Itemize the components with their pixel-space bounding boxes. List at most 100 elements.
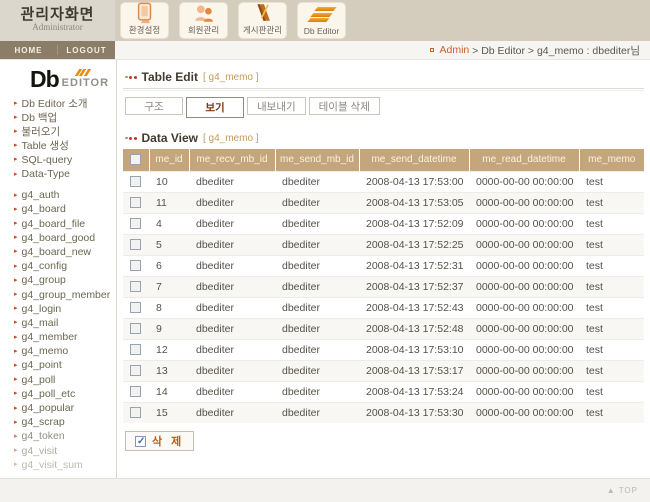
sidebar-menu-item[interactable]: ▸ Data-Type [14,167,116,181]
table-cell: dbediter [275,212,359,234]
sidebar-table-list: ▸ g4_auth ▸ g4_board ▸ g4_board_file ▸ g4_board… [0,188,116,472]
row-checkbox[interactable] [130,344,141,356]
row-checkbox[interactable] [130,386,141,398]
tab-label: 게시판관리 [242,25,283,35]
sidebar-table-item[interactable]: ▸ g4_poll [14,373,116,387]
sidebar-table-item[interactable]: ▸ g4_mail [14,316,116,330]
table-cell: 0000-00-00 00:00:00 [469,317,579,339]
table-edit-button[interactable]: 내보내기 [247,97,306,115]
sidebar-table-item[interactable]: ▸ g4_point [14,358,116,372]
sidebar-table-item[interactable]: ▸ g4_member [14,330,116,344]
sidebar-table-item[interactable]: ▸ g4_config [14,259,116,273]
sidebar-table-item-label: g4_group [21,274,66,287]
row-checkbox[interactable] [130,323,141,335]
row-checkbox[interactable] [130,281,141,293]
sidebar-table-item[interactable]: ▸ g4_visit_sum [14,458,116,472]
table-row: 15 dbediter dbediter 2008-04-13 17:53:30 000… [123,401,644,423]
arrow-icon: ▸ [14,248,18,256]
table-row: 12 dbediter dbediter 2008-04-13 17:53:10 000… [123,338,644,360]
sidebar-table-item[interactable]: ▸ g4_board [14,202,116,216]
back-to-top-link[interactable]: ▲ TOP [607,486,638,495]
table-cell: 4 [149,212,189,234]
table-edit-button[interactable]: 구조 [125,97,183,115]
table-edit-button[interactable]: 테이블 삭제 [308,97,380,115]
row-checkbox[interactable] [130,365,141,377]
row-checkbox-cell [123,296,149,318]
table-cell: dbediter [275,317,359,339]
sidebar-menu: ▸ Db Editor 소개 ▸ Db 백업 ▸ 불러오기 ▸ Table 생성 ▸ SQL-qu… [0,96,116,181]
row-checkbox[interactable] [130,302,141,314]
table-cell: 7 [149,275,189,297]
table-cell: 0000-00-00 00:00:00 [469,254,579,276]
sidebar-table-item[interactable]: ▸ g4_auth [14,188,116,202]
tab-label: 환경설정 [128,25,161,35]
tab-config[interactable]: 환경설정 [120,2,169,39]
table-cell: 5 [149,233,189,255]
sidebar-table-item[interactable]: ▸ g4_login [14,302,116,316]
sidebar-table-item-label: g4_visit [21,444,58,457]
sidebar-table-item[interactable]: ▸ g4_memo [14,344,116,358]
sidebar-table-item[interactable]: ▸ g4_poll_etc [14,387,116,401]
arrow-icon: ▸ [14,361,18,369]
logout-button[interactable]: LOGOUT [58,46,115,55]
tab-boards[interactable]: 게시판관리 [238,2,287,39]
table-cell: test [579,380,644,402]
tab-members[interactable]: 회원관리 [179,2,228,39]
table-row: 14 dbediter dbediter 2008-04-13 17:53:24 000… [123,380,644,402]
sidebar-menu-item[interactable]: ▸ Db Editor 소개 [14,96,116,110]
table-header-checkbox-cell [123,149,149,171]
sidebar-menu-item-label: 불러오기 [21,125,61,138]
delete-button[interactable]: 삭 제 [125,431,195,451]
home-button[interactable]: HOME [0,46,57,55]
sidebar-menu-item[interactable]: ▸ Table 생성 [14,139,116,153]
table-cell: dbediter [275,359,359,381]
row-checkbox[interactable] [130,407,141,419]
arrow-icon: ▸ [14,347,18,355]
sidebar-table-item[interactable]: ▸ g4_group_member [14,287,116,301]
table-cell: dbediter [189,380,275,402]
breadcrumb-admin-link[interactable]: Admin [439,44,469,56]
table-cell: 2008-04-13 17:53:10 [359,338,469,360]
sidebar-menu-item[interactable]: ▸ SQL-query [14,153,116,167]
table-cell: test [579,401,644,423]
sidebar-menu-item[interactable]: ▸ 불러오기 [14,124,116,138]
row-checkbox[interactable] [130,176,141,188]
row-checkbox[interactable] [130,197,141,209]
arrow-icon: ▸ [14,205,18,213]
select-all-checkbox[interactable] [129,154,141,166]
row-checkbox[interactable] [130,260,141,272]
monitor-icon [134,2,156,24]
bullet-dots-icon [125,136,137,140]
table-cell: 0000-00-00 00:00:00 [469,338,579,360]
table-header-row: me_id me_recv_mb_id me_send_mb_id me_send_d… [123,149,644,171]
arrow-icon: ▸ [14,234,18,242]
sidebar-table-item[interactable]: ▸ g4_board_new [14,245,116,259]
row-checkbox[interactable] [130,239,141,251]
sidebar-table-item-label: g4_auth [21,189,60,202]
sidebar-table-item[interactable]: ▸ g4_board_file [14,217,116,231]
table-cell: test [579,170,644,192]
table-cell: 2008-04-13 17:53:30 [359,401,469,423]
table-cell: 0000-00-00 00:00:00 [469,359,579,381]
sidebar-table-item[interactable]: ▸ g4_token [14,429,116,443]
row-checkbox[interactable] [130,218,141,230]
app-title: 관리자화면 [20,6,95,23]
table-cell: 2008-04-13 17:52:25 [359,233,469,255]
table-cell: test [579,338,644,360]
sidebar-table-item-label: g4_mail [21,316,59,329]
sidebar-table-item[interactable]: ▸ g4_scrap [14,415,116,429]
table-edit-button[interactable]: 보기 [186,97,244,118]
tab-db-editor[interactable]: Db Editor [297,2,346,39]
sidebar-table-item[interactable]: ▸ g4_popular [14,401,116,415]
sidebar-table-item-label: g4_config [21,260,68,273]
table-cell: test [579,254,644,276]
sidebar-table-item[interactable]: ▸ g4_board_good [14,231,116,245]
table-cell: 0000-00-00 00:00:00 [469,233,579,255]
header-tabs: 환경설정 회원관리 게시판관리 Db Editor [120,2,346,39]
sidebar-table-item[interactable]: ▸ g4_group [14,273,116,287]
sidebar-table-item[interactable]: ▸ g4_visit [14,444,116,458]
table-cell: 6 [149,254,189,276]
arrow-icon: ▸ [14,113,18,121]
admin-page: 관리자화면 Administrator 환경설정 회원관리 게시판관리 Db E… [0,0,650,502]
sidebar-menu-item[interactable]: ▸ Db 백업 [14,110,116,124]
